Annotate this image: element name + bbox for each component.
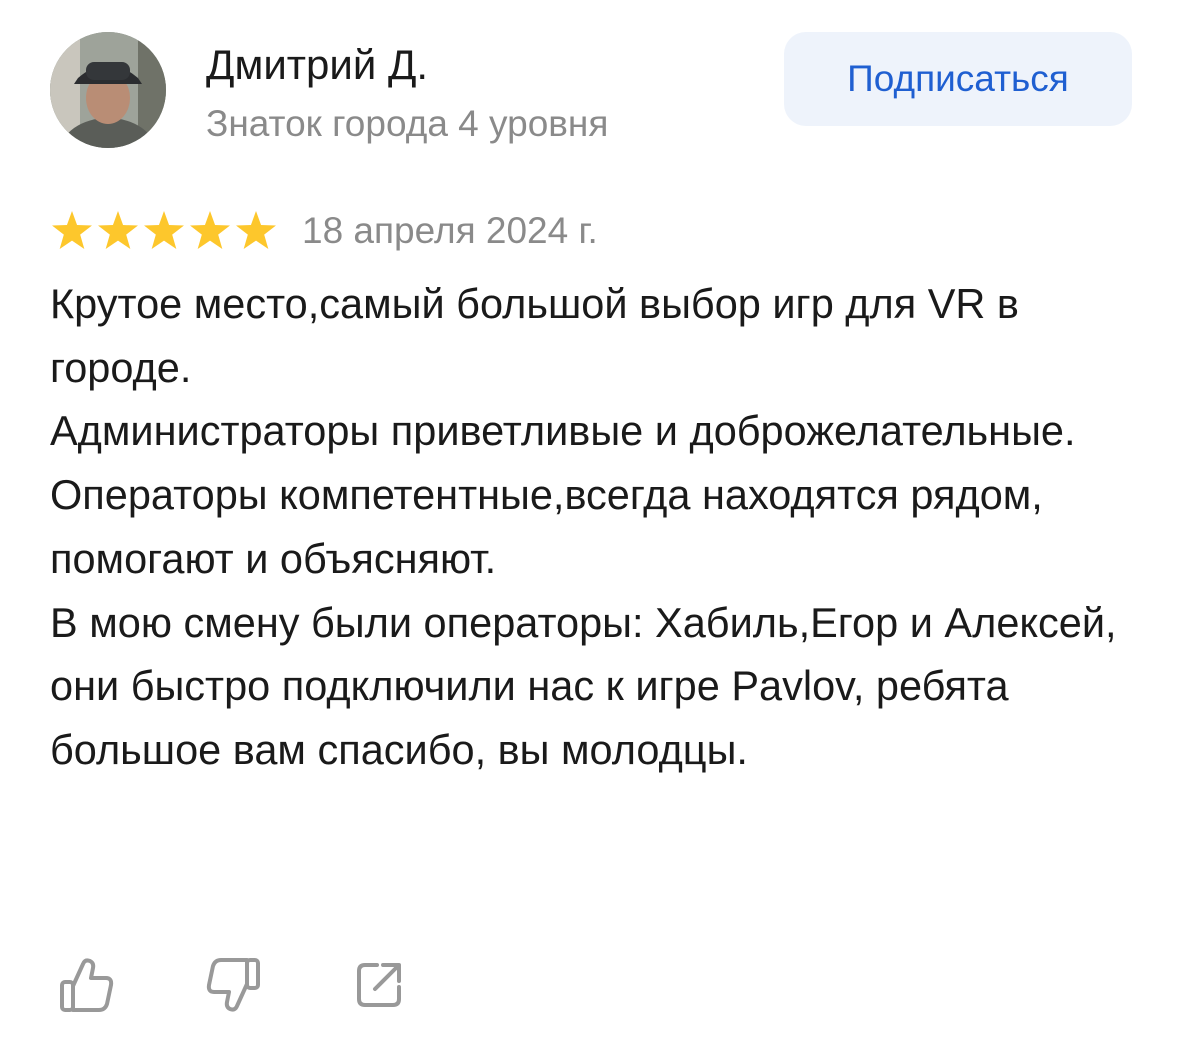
star-icon [236,211,276,249]
subscribe-button[interactable]: Подписаться [784,32,1132,126]
like-button[interactable] [52,950,122,1020]
review-paragraph: Операторы компетентные,всегда находятся … [50,471,1043,582]
review-actions [52,950,414,1020]
star-icon [144,211,184,249]
author-header: Дмитрий Д. Знаток города 4 уровня Подпис… [50,32,1132,154]
review-date: 18 апреля 2024 г. [302,210,598,251]
share-button[interactable] [344,950,414,1020]
rating-row: 18 апреля 2024 г. [50,206,598,256]
review-paragraph: Администраторы приветливые и доброжелате… [50,407,1076,455]
thumbs-down-icon [206,958,260,1012]
avatar[interactable] [50,32,166,148]
author-level: Знаток города 4 уровня [206,103,609,144]
review-text: Крутое место,самый большой выбор игр для… [50,272,1140,782]
thumbs-up-icon [60,958,114,1012]
star-rating [50,209,278,253]
review-paragraph: Крутое место,самый большой выбор игр для… [50,280,1019,391]
star-icon [52,211,92,249]
avatar-image [50,32,166,148]
review-card: Дмитрий Д. Знаток города 4 уровня Подпис… [0,0,1179,1052]
star-icon [190,211,230,249]
star-icon [98,211,138,249]
share-icon [357,963,401,1007]
review-paragraph: В мою смену были операторы: Хабиль,Егор … [50,598,1117,773]
dislike-button[interactable] [198,950,268,1020]
author-name[interactable]: Дмитрий Д. [206,40,428,90]
